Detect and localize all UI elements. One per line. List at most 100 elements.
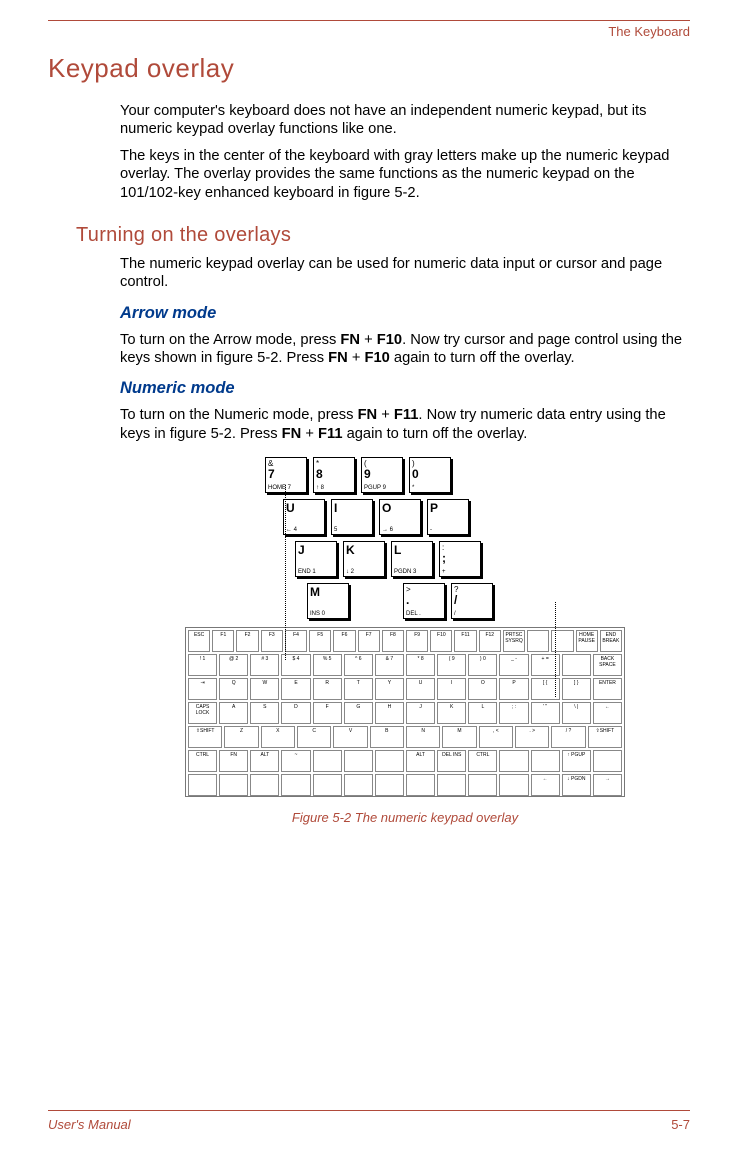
keyboard-key: BACK SPACE [593,654,622,676]
footer-manual: User's Manual [48,1117,131,1132]
keyboard-key: . > [515,726,549,748]
keyboard-key: B [370,726,404,748]
figure-caption: Figure 5-2 The numeric keypad overlay [120,810,690,825]
keyboard-key [527,630,549,652]
keyboard-key: / ? [551,726,585,748]
keyboard-key: L [468,702,497,724]
keyboard-key [531,750,560,772]
heading-keypad-overlay: Keypad overlay [48,53,690,84]
keyboard-key: CTRL [468,750,497,772]
keyboard-key: F9 [406,630,428,652]
keyboard-key: * 8 [406,654,435,676]
keyboard-key: F3 [261,630,283,652]
keyboard-key [499,774,528,796]
keyboard-key: X [261,726,295,748]
overlay-key: JEND 1 [295,541,337,577]
keyboard-key: F11 [454,630,476,652]
keyboard-key: ESC [188,630,210,652]
overlay-key: I5 [331,499,373,535]
keyboard-key: A [219,702,248,724]
keyboard-key: F7 [358,630,380,652]
keyboard-key: ← [593,702,622,724]
header-section: The Keyboard [48,24,690,39]
keyboard-key: DEL INS [437,750,466,772]
footer-page: 5-7 [671,1117,690,1132]
keyboard-key: ↓ PGDN [562,774,591,796]
numeric-mode-paragraph: To turn on the Numeric mode, press FN + … [120,406,690,443]
keyboard-key: % 5 [313,654,342,676]
keyboard-key: CAPS LOCK [188,702,217,724]
keyboard-key: O [468,678,497,700]
keyboard-key: P [499,678,528,700]
keyboard-key: ! 1 [188,654,217,676]
keyboard-key: F1 [212,630,234,652]
keyboard-key: W [250,678,279,700]
keyboard-key: M [442,726,476,748]
intro-p2: The keys in the center of the keyboard w… [120,147,690,202]
heading-numeric-mode: Numeric mode [120,379,690,398]
keyboard-key [344,774,373,796]
keyboard-key: \ | [562,702,591,724]
keyboard-key: J [406,702,435,724]
keyboard-key: END BREAK [600,630,622,652]
overlays-intro: The numeric keypad overlay can be used f… [120,255,690,292]
keyboard-key: ; : [499,702,528,724]
keyboard-key: FN [219,750,248,772]
keyboard-key: G [344,702,373,724]
keyboard-key: ( 9 [437,654,466,676]
keyboard-key: H [375,702,404,724]
keyboard-key: ' " [531,702,560,724]
keyboard-key: Z [224,726,258,748]
keyboard-key: S [250,702,279,724]
keyboard-key: ) 0 [468,654,497,676]
overlay-key: MINS 0 [307,583,349,619]
keyboard-key: U [406,678,435,700]
keyboard-key: Y [375,678,404,700]
overlay-key: :;+ [439,541,481,577]
keyboard-key [313,750,342,772]
keyboard-key: ^ 6 [344,654,373,676]
intro-p1: Your computer's keyboard does not have a… [120,102,690,139]
keyboard-key: ← [531,774,560,796]
keyboard-key: N [406,726,440,748]
heading-turning-on: Turning on the overlays [76,224,690,247]
overlay-key: (9PGUP 9 [361,457,403,493]
keyboard-key: D [281,702,310,724]
keyboard-key [219,774,248,796]
keyboard-key: PRTSC SYSRQ [503,630,525,652]
overlay-key: ?// [451,583,493,619]
overlay-key: >.DEL . [403,583,445,619]
keyboard-key: ~ [281,750,310,772]
keyboard-key [593,750,622,772]
keyboard-key: F [313,702,342,724]
arrow-mode-paragraph: To turn on the Arrow mode, press FN + F1… [120,331,690,368]
keyboard-key: V [333,726,367,748]
keyboard-key: ⇧SHIFT [188,726,222,748]
keyboard-key [562,654,591,676]
keyboard-key [250,774,279,796]
keyboard-key: F4 [285,630,307,652]
overlay-key: U← 4 [283,499,325,535]
keyboard-key [344,750,373,772]
keyboard-key: HOME PAUSE [576,630,598,652]
keyboard-key: I [437,678,466,700]
keyboard-key: C [297,726,331,748]
heading-arrow-mode: Arrow mode [120,304,690,323]
keyboard-key: CTRL [188,750,217,772]
keyboard-key: # 3 [250,654,279,676]
keyboard-key [375,774,404,796]
overlay-key: )0* [409,457,451,493]
keyboard-key: E [281,678,310,700]
keyboard-key: , < [479,726,513,748]
keyboard-key [375,750,404,772]
keyboard-key: @ 2 [219,654,248,676]
overlay-key: P- [427,499,469,535]
keyboard-key [188,774,217,796]
keyboard-key: ENTER [593,678,622,700]
keyboard-key: F12 [479,630,501,652]
keyboard-key: ⇧SHIFT [588,726,622,748]
keyboard-key: ALT [250,750,279,772]
keyboard-key: ⇥ [188,678,217,700]
keyboard-key: ↑ PGUP [562,750,591,772]
keyboard-key: _ - [499,654,528,676]
